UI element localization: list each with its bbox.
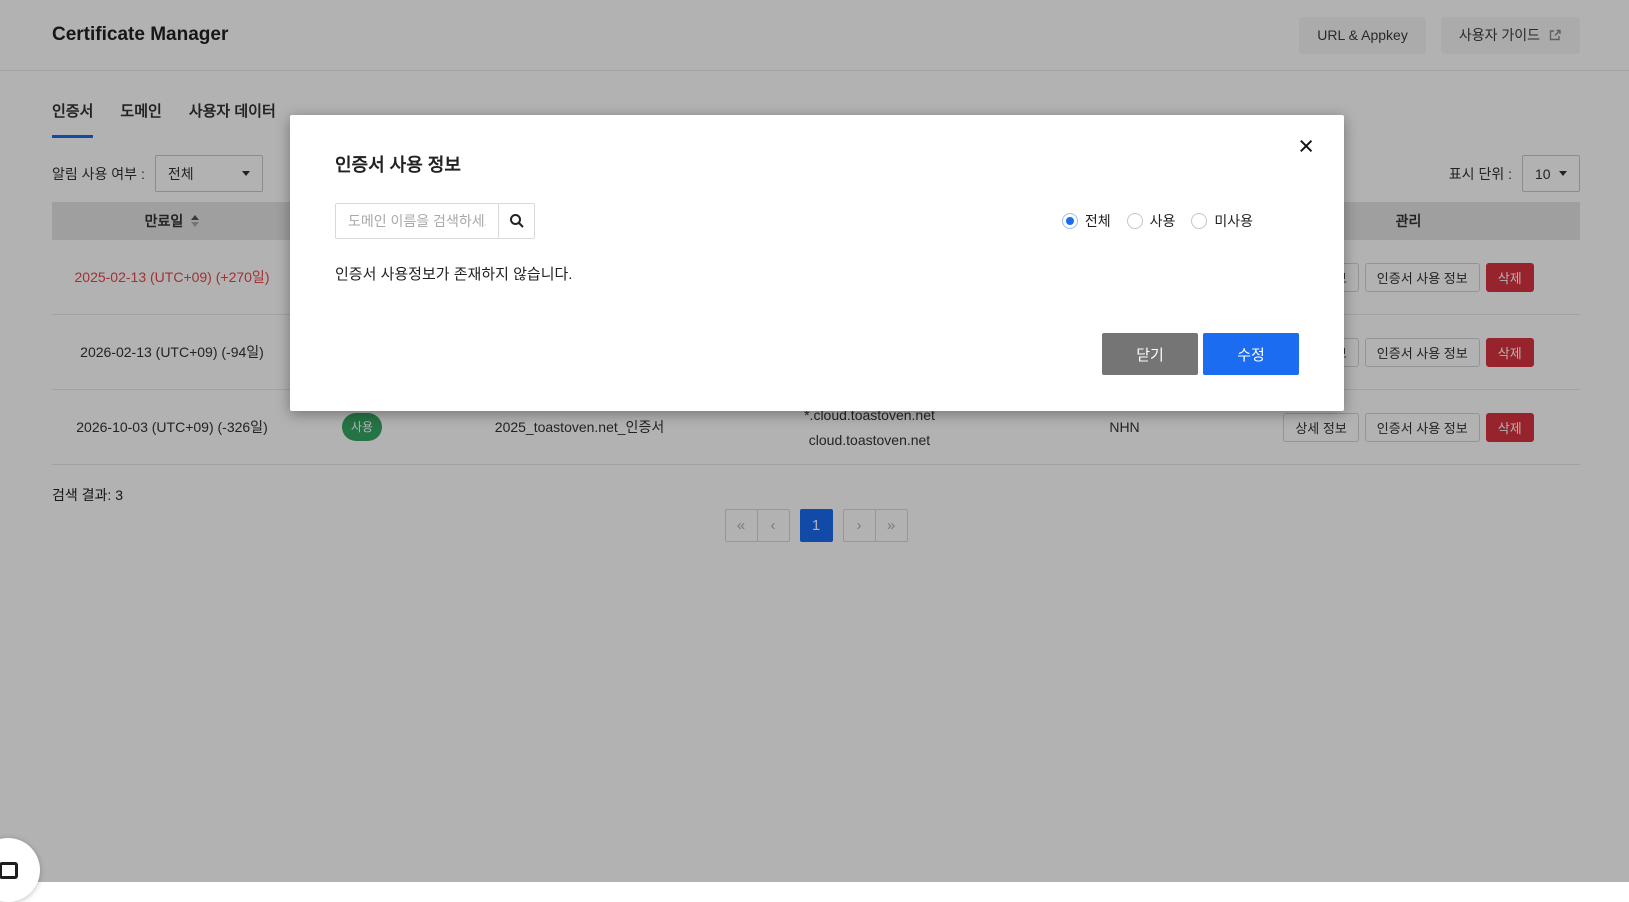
empty-message: 인증서 사용정보가 존재하지 않습니다. xyxy=(335,266,573,283)
modal-search-row: 전체 사용 미사용 xyxy=(335,203,1299,239)
modal-edit-button[interactable]: 수정 xyxy=(1203,333,1299,375)
radio-unselected-icon xyxy=(1126,213,1143,229)
chat-icon xyxy=(0,861,18,879)
domain-search-input[interactable] xyxy=(335,203,499,239)
radio-unselected-icon xyxy=(1191,213,1208,229)
radio-unused-label: 미사용 xyxy=(1214,213,1253,229)
radio-all[interactable]: 전체 xyxy=(1061,211,1111,231)
close-icon[interactable]: × xyxy=(1298,133,1314,160)
radio-unused[interactable]: 미사용 xyxy=(1191,211,1253,231)
radio-selected-icon xyxy=(1061,213,1078,229)
search-button[interactable] xyxy=(498,203,535,239)
radio-used-label: 사용 xyxy=(1149,213,1176,229)
modal-footer: 닫기 수정 xyxy=(1102,333,1299,375)
usage-radio-group: 전체 사용 미사용 xyxy=(1061,211,1299,231)
certificate-usage-modal: × 인증서 사용 정보 전체 사용 미사용 인증서 사용정보가 존재하지 않 xyxy=(290,115,1344,411)
search-icon xyxy=(509,214,524,228)
modal-close-button[interactable]: 닫기 xyxy=(1102,333,1198,375)
modal-title: 인증서 사용 정보 xyxy=(335,155,461,175)
radio-used[interactable]: 사용 xyxy=(1126,211,1176,231)
radio-all-label: 전체 xyxy=(1084,213,1111,229)
